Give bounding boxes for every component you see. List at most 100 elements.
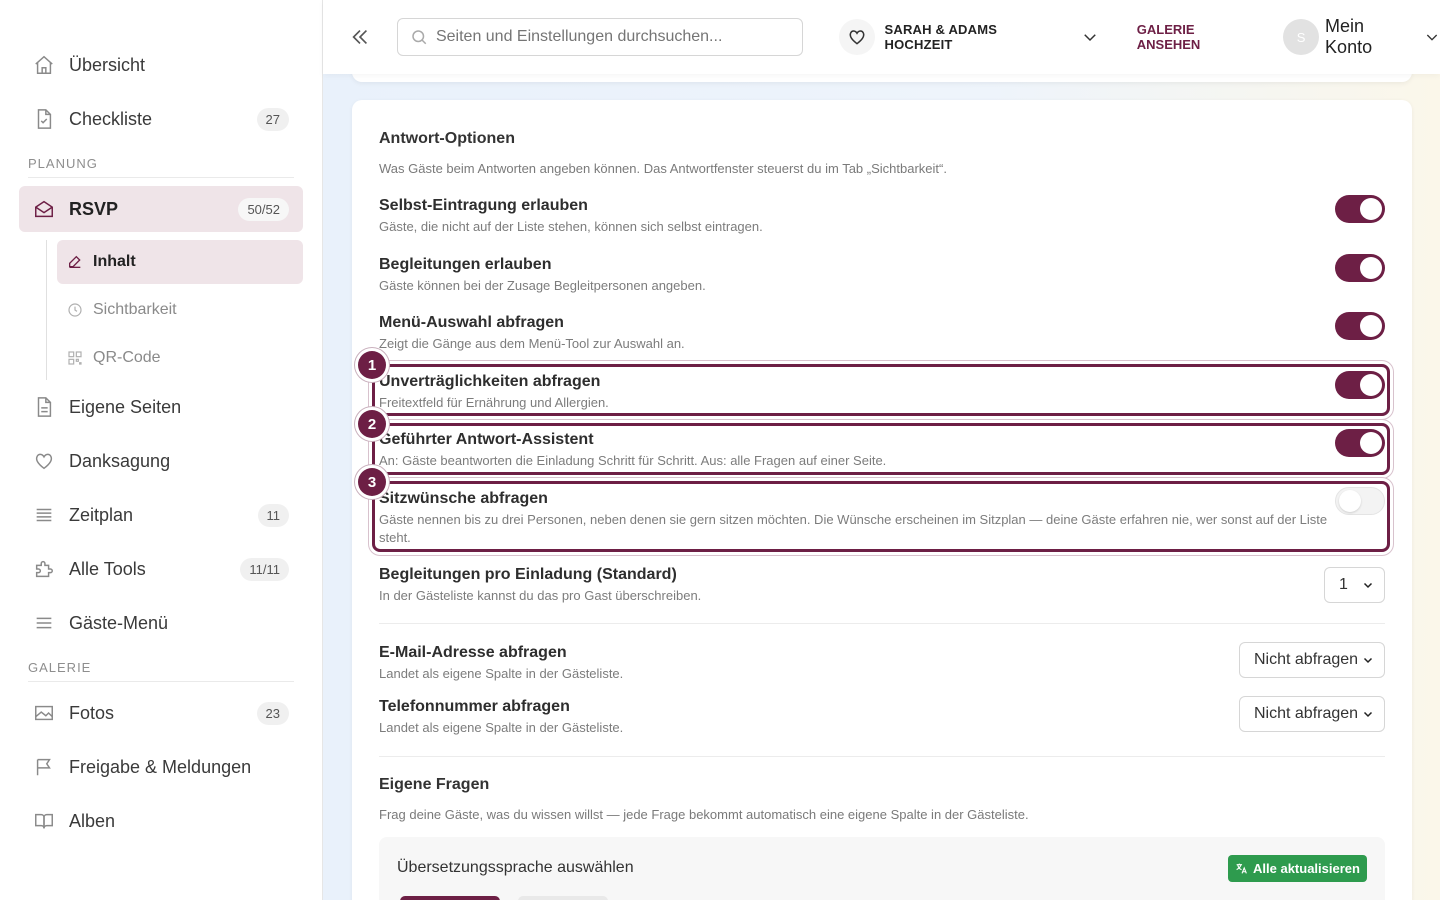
option-description: Gäste, die nicht auf der Liste stehen, k… bbox=[379, 219, 763, 234]
step-badge: 2 bbox=[358, 410, 386, 438]
sidebar-item-danksagung[interactable]: Danksagung bbox=[19, 438, 303, 484]
toggle-knob bbox=[1360, 315, 1382, 337]
phone-select[interactable]: Nicht abfragen bbox=[1239, 696, 1385, 732]
email-select[interactable]: Nicht abfragen bbox=[1239, 642, 1385, 678]
count-badge: 11/11 bbox=[240, 557, 289, 581]
toggle-self-registration[interactable] bbox=[1335, 195, 1385, 223]
option-title: E-Mail-Adresse abfragen bbox=[379, 644, 567, 661]
toggle-guided-assistant[interactable] bbox=[1335, 429, 1385, 457]
event-selector[interactable]: SARAH & ADAMS HOCHZEIT bbox=[838, 19, 1099, 55]
divider bbox=[379, 623, 1385, 624]
sidebar-item-label: Freigabe & Meldungen bbox=[69, 756, 252, 777]
toggle-knob bbox=[1360, 198, 1382, 220]
sidebar-item-freigabe[interactable]: Freigabe & Meldungen bbox=[19, 744, 303, 790]
option-description: Gäste nennen bis zu drei Personen, neben… bbox=[379, 512, 1328, 545]
toggle-knob bbox=[1339, 490, 1361, 512]
envelope-open-icon bbox=[33, 198, 55, 220]
step-badge: 1 bbox=[358, 351, 386, 379]
toggle-knob bbox=[1360, 432, 1382, 454]
option-description: Gäste können bei der Zusage Begleitperso… bbox=[379, 278, 706, 293]
sidebar-item-label: RSVP bbox=[69, 198, 119, 219]
sidebar-item-label: Alben bbox=[69, 810, 116, 831]
search-box[interactable] bbox=[396, 18, 803, 56]
menu-icon bbox=[33, 612, 55, 634]
flag-icon bbox=[33, 756, 55, 778]
update-all-label: Alle aktualisieren bbox=[1253, 861, 1360, 876]
sidebar-item-label: Gäste-Menü bbox=[69, 612, 169, 633]
section-title-galerie: GALERIE bbox=[28, 660, 294, 682]
option-description: Freitextfeld für Ernährung und Allergien… bbox=[379, 395, 609, 410]
count-badge: 11 bbox=[257, 503, 289, 527]
sidebar-item-checklist[interactable]: Checkliste 27 bbox=[19, 96, 303, 142]
step-badge: 3 bbox=[358, 468, 386, 496]
section-description: Was Gäste beim Antworten angeben können.… bbox=[379, 161, 947, 176]
sidebar-item-zeitplan[interactable]: Zeitplan 11 bbox=[19, 492, 303, 538]
top-header: SARAH & ADAMS HOCHZEIT GALERIE ANSEHEN S… bbox=[323, 0, 1440, 74]
list-icon bbox=[33, 504, 55, 526]
option-title: Menü-Auswahl abfragen bbox=[379, 314, 564, 331]
account-label: Mein Konto bbox=[1325, 16, 1373, 57]
option-title: Sitzwünsche abfragen bbox=[379, 490, 548, 507]
count-badge: 27 bbox=[256, 107, 289, 131]
divider bbox=[379, 756, 1385, 757]
select-value: Nicht abfragen bbox=[1254, 705, 1359, 722]
chevron-down-icon bbox=[1362, 579, 1374, 591]
avatar: S bbox=[1283, 19, 1320, 55]
toggle-seating-wishes[interactable] bbox=[1335, 487, 1385, 515]
sidebar-item-fotos[interactable]: Fotos 23 bbox=[19, 690, 303, 736]
sidebar-item-eigene-seiten[interactable]: Eigene Seiten bbox=[19, 384, 303, 430]
sidebar-subitem-label: Sichtbarkeit bbox=[93, 301, 177, 318]
custom-questions-title: Eigene Fragen bbox=[379, 776, 490, 793]
translate-icon bbox=[1235, 862, 1248, 875]
count-badge: 50/52 bbox=[238, 197, 289, 221]
toggle-menu-selection[interactable] bbox=[1335, 312, 1385, 340]
clock-icon bbox=[67, 302, 83, 318]
sidebar-item-alben[interactable]: Alben bbox=[19, 798, 303, 844]
sidebar-subitem-inhalt[interactable]: Inhalt bbox=[57, 240, 303, 284]
toggle-knob bbox=[1360, 257, 1382, 279]
toggle-companions[interactable] bbox=[1335, 254, 1385, 282]
collapse-sidebar-icon[interactable] bbox=[345, 22, 375, 52]
home-icon bbox=[33, 54, 55, 76]
sidebar-subitem-sichtbarkeit[interactable]: Sichtbarkeit bbox=[57, 288, 303, 332]
option-title: Telefonnummer abfragen bbox=[379, 698, 570, 715]
sidebar-item-label: Fotos bbox=[69, 702, 115, 723]
search-input[interactable] bbox=[435, 28, 776, 46]
sidebar-item-label: Eigene Seiten bbox=[69, 396, 182, 417]
heart-icon bbox=[33, 450, 55, 472]
sidebar-subitem-qr-code[interactable]: QR-Code bbox=[57, 336, 303, 380]
sidebar-item-label: Zeitplan bbox=[69, 504, 134, 525]
chevron-down-icon bbox=[1362, 654, 1374, 666]
sidebar-item-label: Checkliste bbox=[69, 108, 153, 129]
sidebar-item-overview[interactable]: Übersicht bbox=[19, 42, 303, 88]
option-description: An: Gäste beantworten die Einladung Schr… bbox=[379, 453, 887, 468]
select-value: 1 bbox=[1339, 576, 1348, 593]
sidebar-item-alle-tools[interactable]: Alle Tools 11/11 bbox=[19, 546, 303, 592]
sidebar-item-label: Alle Tools bbox=[69, 558, 146, 579]
update-all-button[interactable]: Alle aktualisieren bbox=[1228, 855, 1367, 882]
book-icon bbox=[33, 810, 55, 832]
translation-title: Übersetzungssprache auswählen bbox=[397, 859, 634, 876]
companions-count-select[interactable]: 1 bbox=[1324, 567, 1385, 603]
option-title: Begleitungen erlauben bbox=[379, 256, 552, 273]
checklist-icon bbox=[33, 108, 55, 130]
option-description: Landet als eigene Spalte in der Gästelis… bbox=[379, 720, 624, 735]
option-description: Landet als eigene Spalte in der Gästelis… bbox=[379, 666, 624, 681]
account-menu[interactable]: S Mein Konto bbox=[1283, 16, 1440, 58]
toggle-intolerances[interactable] bbox=[1335, 371, 1385, 399]
option-description: In der Gästeliste kannst du das pro Gast… bbox=[379, 588, 702, 603]
option-title: Unverträglichkeiten abfragen bbox=[379, 373, 601, 390]
option-title: Geführter Antwort-Assistent bbox=[379, 431, 594, 448]
language-pill[interactable] bbox=[518, 896, 608, 900]
sidebar-subitem-label: QR-Code bbox=[93, 349, 161, 366]
sidebar-item-rsvp[interactable]: RSVP 50/52 bbox=[19, 186, 303, 232]
sidebar-item-label: Danksagung bbox=[69, 450, 171, 471]
sidebar-item-gaeste-menue[interactable]: Gäste-Menü bbox=[19, 600, 303, 646]
event-name: SARAH & ADAMS HOCHZEIT bbox=[884, 22, 998, 52]
sidebar-subitem-label: Inhalt bbox=[93, 253, 136, 270]
language-pill-active[interactable] bbox=[400, 896, 500, 900]
view-gallery-link[interactable]: GALERIE ANSEHEN bbox=[1137, 22, 1261, 52]
chevron-down-icon bbox=[1081, 28, 1099, 46]
count-badge: 23 bbox=[256, 701, 289, 725]
edit-icon bbox=[67, 254, 83, 270]
